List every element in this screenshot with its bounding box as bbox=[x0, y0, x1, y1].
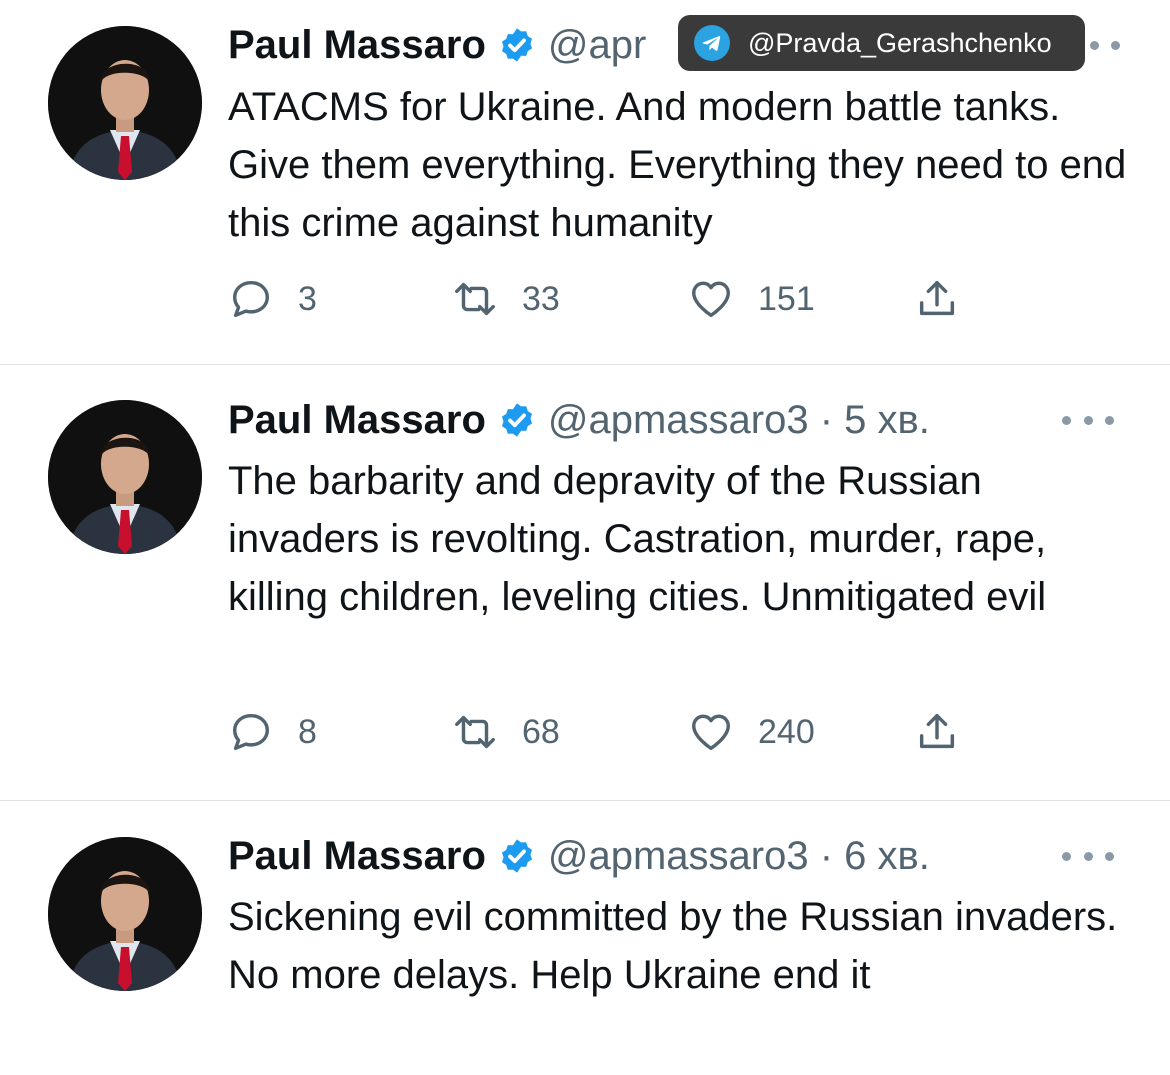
reply-icon bbox=[232, 280, 270, 318]
heart-icon bbox=[692, 281, 730, 318]
author-handle[interactable]: @apr bbox=[548, 23, 646, 68]
reply-count: 3 bbox=[298, 279, 317, 318]
more-options-icon[interactable] bbox=[1062, 413, 1114, 427]
share-button[interactable] bbox=[914, 274, 960, 324]
tweet-header: Paul Massaro @apmassaro3 · 5 хв. bbox=[228, 397, 930, 443]
share-icon bbox=[919, 713, 955, 749]
verified-badge-icon bbox=[501, 28, 532, 62]
author-handle-and-time[interactable]: @apmassaro3 · 5 хв. bbox=[548, 398, 930, 443]
reply-icon bbox=[232, 713, 270, 751]
retweet-button[interactable]: 68 bbox=[452, 707, 560, 757]
author-name[interactable]: Paul Massaro bbox=[228, 398, 486, 443]
verified-badge-icon bbox=[501, 403, 532, 437]
tweet[interactable]: Paul Massaro @apmassaro3 · 6 хв. Sickeni… bbox=[0, 801, 1170, 1075]
telegram-watermark: @Pravda_Gerashchenko bbox=[678, 15, 1085, 71]
tweet-text: ATACMS for Ukraine. And modern battle ta… bbox=[228, 85, 1127, 245]
reply-count: 8 bbox=[298, 712, 317, 751]
like-button[interactable]: 151 bbox=[688, 274, 815, 324]
like-count: 240 bbox=[758, 712, 815, 751]
more-options-icon[interactable] bbox=[1062, 849, 1114, 863]
avatar[interactable] bbox=[48, 26, 202, 180]
tweet-actions: 8 68 240 bbox=[228, 707, 988, 757]
like-count: 151 bbox=[758, 279, 815, 318]
retweet-icon bbox=[455, 282, 495, 316]
avatar[interactable] bbox=[48, 837, 202, 991]
share-button[interactable] bbox=[914, 707, 960, 757]
retweet-count: 68 bbox=[522, 712, 560, 751]
tweet[interactable]: Paul Massaro @apmassaro3 · 5 хв. The bar… bbox=[0, 365, 1170, 801]
retweet-icon bbox=[455, 715, 495, 749]
reply-button[interactable]: 3 bbox=[228, 274, 317, 324]
tweet-header: Paul Massaro @apmassaro3 · 6 хв. bbox=[228, 833, 930, 879]
tweet-feed: Paul Massaro @apr ATACMS for Ukraine. An… bbox=[0, 0, 1170, 1075]
author-handle-and-time[interactable]: @apmassaro3 · 6 хв. bbox=[548, 834, 930, 879]
share-icon bbox=[919, 280, 955, 316]
author-name[interactable]: Paul Massaro bbox=[228, 834, 486, 879]
tweet-header: Paul Massaro @apr bbox=[228, 22, 646, 68]
avatar[interactable] bbox=[48, 400, 202, 554]
retweet-count: 33 bbox=[522, 279, 560, 318]
like-button[interactable]: 240 bbox=[688, 707, 815, 757]
retweet-button[interactable]: 33 bbox=[452, 274, 560, 324]
heart-icon bbox=[692, 714, 730, 751]
reply-button[interactable]: 8 bbox=[228, 707, 317, 757]
telegram-icon bbox=[694, 25, 730, 61]
author-name[interactable]: Paul Massaro bbox=[228, 23, 486, 68]
watermark-channel-name: @Pravda_Gerashchenko bbox=[748, 27, 1052, 58]
tweet-actions: 3 33 151 bbox=[228, 274, 988, 324]
tweet-text: The barbarity and depravity of the Russi… bbox=[228, 459, 1047, 619]
verified-badge-icon bbox=[501, 839, 532, 873]
tweet-text: Sickening evil committed by the Russian … bbox=[228, 895, 1118, 997]
